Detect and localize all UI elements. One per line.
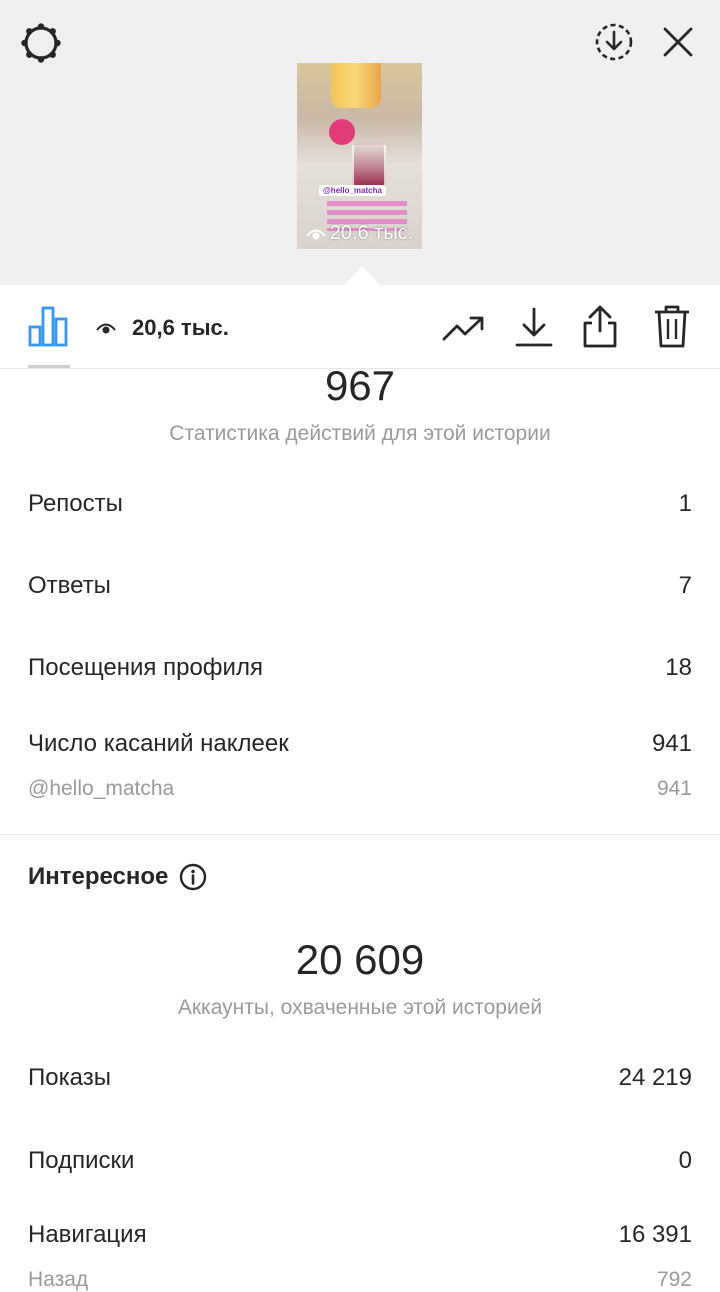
discovery-title: Интересное	[28, 863, 169, 890]
stat-value: 1	[678, 490, 692, 517]
thumbnail-bottle	[331, 63, 381, 108]
bar-chart-icon[interactable]	[26, 304, 70, 348]
navigation-sub-value: 792	[656, 1268, 692, 1291]
reach-caption: Аккаунты, охваченные этой историей	[177, 996, 543, 1019]
stat-label: Репосты	[28, 490, 123, 517]
navigation-sub-row: Назад 792	[28, 1268, 692, 1292]
stat-label: Навигация	[28, 1221, 147, 1248]
sticker-sub-label: @hello_matcha	[28, 777, 175, 800]
stat-label: Показы	[28, 1064, 111, 1091]
thumbnail-jar	[329, 119, 355, 145]
download-icon[interactable]	[512, 304, 556, 350]
views-count: 20,6 тыс.	[132, 315, 229, 340]
sticker-tag: @hello_matcha	[319, 185, 386, 196]
reach-total: 20 609	[295, 936, 425, 983]
stat-label: Подписки	[28, 1147, 135, 1174]
stat-value: 7	[678, 572, 692, 599]
sticker-sub-row: @hello_matcha 941	[28, 777, 692, 801]
stat-label: Число касаний наклеек	[28, 730, 289, 757]
stat-row: Репосты 1	[28, 490, 692, 518]
interactions-caption: Статистика действий для этой истории	[169, 422, 551, 445]
stat-value: 16 391	[618, 1221, 692, 1248]
interactions-total: 967	[324, 362, 396, 409]
trending-icon[interactable]	[440, 306, 488, 350]
story-thumbnail[interactable]: @hello_matcha 20,6 тыс.	[297, 63, 422, 249]
download-circle-icon[interactable]	[592, 20, 636, 64]
eye-icon	[96, 323, 116, 334]
stat-label: Ответы	[28, 572, 111, 599]
stat-value: 18	[665, 654, 692, 681]
thumbnail-glass	[352, 143, 386, 189]
stat-row: Число касаний наклеек 941	[28, 730, 692, 758]
stat-value: 941	[651, 730, 692, 757]
stat-row: Навигация 16 391	[28, 1221, 692, 1249]
stat-row: Подписки 0	[28, 1147, 692, 1175]
stat-row: Показы 24 219	[28, 1064, 692, 1092]
stat-label: Посещения профиля	[28, 654, 263, 681]
stat-row: Посещения профиля 18	[28, 654, 692, 682]
stat-row: Ответы 7	[28, 572, 692, 600]
trash-icon[interactable]	[650, 302, 694, 350]
views-summary: 20,6 тыс.	[96, 315, 229, 341]
share-icon[interactable]	[578, 302, 622, 350]
navigation-sub-label: Назад	[28, 1268, 89, 1291]
stat-value: 0	[678, 1147, 692, 1174]
discovery-header: Интересное	[28, 862, 208, 892]
section-divider	[0, 834, 720, 835]
stat-value: 24 219	[618, 1064, 692, 1091]
info-icon[interactable]	[178, 862, 208, 892]
sticker-sub-value: 941	[656, 777, 692, 800]
thumbnail-views-count: 20,6 тыс.	[329, 222, 414, 244]
close-icon[interactable]	[656, 20, 700, 64]
eye-icon	[305, 229, 326, 239]
thumbnail-pointer	[343, 266, 381, 286]
thumbnail-views: 20,6 тыс.	[297, 222, 422, 245]
settings-gear-icon[interactable]	[18, 20, 64, 66]
